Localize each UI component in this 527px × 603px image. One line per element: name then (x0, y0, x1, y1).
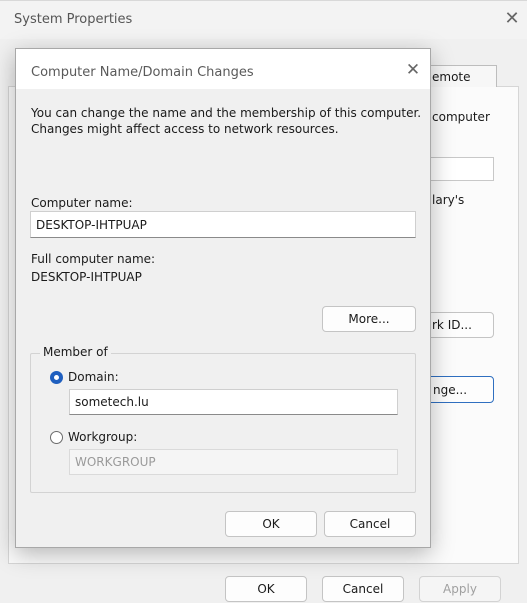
dialog-title: Computer Name/Domain Changes (31, 65, 254, 80)
domain-input[interactable] (69, 389, 398, 415)
computer-description-text: computer (432, 110, 490, 124)
system-properties-apply-button: Apply (419, 576, 501, 602)
computer-name-label: Computer name: (31, 196, 133, 210)
example-text: lary's (432, 193, 465, 207)
more-button[interactable]: More... (322, 306, 416, 332)
close-icon[interactable]: ✕ (500, 7, 524, 31)
computer-name-dialog: Computer Name/Domain Changes ✕ You can c… (15, 48, 431, 548)
member-of-legend: Member of (40, 345, 111, 359)
workgroup-radio[interactable] (50, 431, 63, 444)
system-properties-cancel-button[interactable]: Cancel (322, 576, 404, 602)
computer-name-input[interactable] (30, 211, 416, 238)
domain-label[interactable]: Domain: (68, 370, 119, 384)
dialog-description: You can change the name and the membersh… (31, 106, 422, 136)
tab-remote[interactable]: emote (423, 65, 497, 87)
computer-description-input[interactable] (424, 157, 494, 181)
network-id-button[interactable]: rk ID... (420, 312, 494, 338)
full-computer-name-label: Full computer name: (31, 252, 156, 266)
system-properties-ok-button[interactable]: OK (225, 576, 307, 602)
domain-radio[interactable] (50, 371, 63, 384)
system-properties-titlebar: System Properties ✕ (0, 1, 527, 39)
full-computer-name-value: DESKTOP-IHTPUAP (31, 270, 142, 284)
dialog-ok-button[interactable]: OK (225, 511, 317, 537)
change-button[interactable]: nge... (420, 376, 494, 403)
dialog-close-icon[interactable]: ✕ (402, 59, 424, 81)
workgroup-label[interactable]: Workgroup: (68, 430, 137, 444)
dialog-cancel-button[interactable]: Cancel (324, 511, 416, 537)
workgroup-input (69, 449, 398, 475)
system-properties-title: System Properties (14, 12, 133, 27)
dialog-titlebar: Computer Name/Domain Changes ✕ (16, 49, 430, 89)
